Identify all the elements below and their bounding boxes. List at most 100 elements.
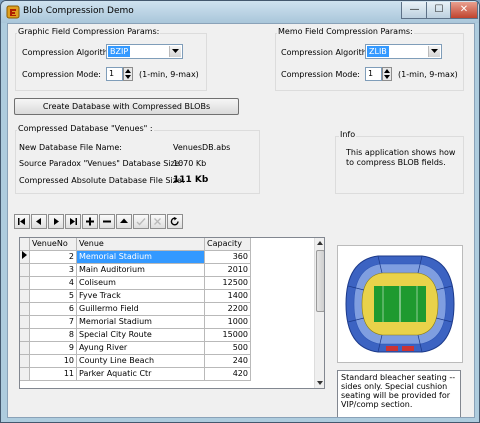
nav-first-button[interactable] xyxy=(14,214,30,229)
cell-venueno[interactable]: 10 xyxy=(29,354,77,368)
table-row[interactable]: 2 Memorial Stadium 360 xyxy=(20,250,251,264)
spin-down-icon[interactable] xyxy=(124,74,132,80)
row-indicator xyxy=(20,302,30,316)
venues-grid[interactable]: VenueNo Venue Capacity 2 Memorial Stadiu… xyxy=(19,237,325,389)
grid-vertical-scrollbar[interactable] xyxy=(314,238,325,388)
title-bar[interactable]: Blob Compression Demo — ☐ ✕ xyxy=(1,1,479,23)
graphic-algorithm-label: Compression Algorithm: xyxy=(22,48,119,57)
graphic-mode-input[interactable]: 1 xyxy=(106,67,123,81)
cell-capacity[interactable]: 1400 xyxy=(204,289,251,303)
cell-capacity[interactable]: 1000 xyxy=(204,315,251,329)
nav-edit-button[interactable] xyxy=(116,214,132,229)
header-capacity[interactable]: Capacity xyxy=(204,238,251,251)
maximize-button[interactable]: ☐ xyxy=(426,2,452,19)
table-row[interactable]: 8 Special City Route 15000 xyxy=(20,328,251,342)
cell-capacity[interactable]: 420 xyxy=(204,367,251,381)
cell-capacity[interactable]: 2010 xyxy=(204,263,251,277)
nav-next-button[interactable] xyxy=(48,214,64,229)
graphic-algorithm-select[interactable]: BZIP xyxy=(106,44,183,59)
db-file-value: VenuesDB.abs xyxy=(173,143,231,152)
cell-capacity[interactable]: 240 xyxy=(204,354,251,368)
client-area: Graphic Field Compression Params: Compre… xyxy=(7,23,475,418)
cell-venue[interactable]: Coliseum xyxy=(76,276,205,290)
cell-venueno[interactable]: 4 xyxy=(29,276,77,290)
row-pointer-icon xyxy=(22,251,27,259)
cell-venueno[interactable]: 6 xyxy=(29,302,77,316)
nav-post-button xyxy=(133,214,149,229)
close-button[interactable]: ✕ xyxy=(450,2,478,19)
chevron-down-icon[interactable] xyxy=(169,46,181,57)
cell-venueno[interactable]: 11 xyxy=(29,367,77,381)
table-row[interactable]: 6 Guillermo Field 2200 xyxy=(20,302,251,316)
row-indicator xyxy=(20,367,30,381)
minimize-button[interactable]: — xyxy=(401,2,428,19)
row-indicator xyxy=(20,341,30,355)
nav-prior-button[interactable] xyxy=(31,214,47,229)
cell-capacity[interactable]: 15000 xyxy=(204,328,251,342)
memo-mode-hint: (1-min, 9-max) xyxy=(398,70,458,79)
memo-mode-spinner[interactable] xyxy=(382,67,392,81)
memo-algorithm-value: ZLIB xyxy=(367,46,389,57)
nav-refresh-button[interactable] xyxy=(167,214,183,229)
db-src-size-value: 1070 Kb xyxy=(173,159,207,168)
row-indicator xyxy=(20,276,30,290)
graphic-mode-spinner[interactable] xyxy=(123,67,133,81)
cell-venue[interactable]: Ayung River xyxy=(76,341,205,355)
table-row[interactable]: 11 Parker Aquatic Ctr 420 xyxy=(20,367,251,381)
table-row[interactable]: 10 County Line Beach 240 xyxy=(20,354,251,368)
db-src-size-label: Source Paradox "Venues" Database Size: xyxy=(19,159,183,168)
table-row[interactable]: 5 Fyve Track 1400 xyxy=(20,289,251,303)
memo-mode-label: Compression Mode: xyxy=(281,70,360,79)
cell-venueno[interactable]: 7 xyxy=(29,315,77,329)
memo-mode-input[interactable]: 1 xyxy=(365,67,382,81)
memo-algorithm-select[interactable]: ZLIB xyxy=(365,44,442,59)
db-navigator xyxy=(14,214,186,229)
cell-venue[interactable]: Fyve Track xyxy=(76,289,205,303)
cell-venue[interactable]: Parker Aquatic Ctr xyxy=(76,367,205,381)
graphic-algorithm-value: BZIP xyxy=(108,46,131,57)
cell-capacity[interactable]: 2200 xyxy=(204,302,251,316)
header-venue[interactable]: Venue xyxy=(76,238,205,251)
cell-venueno[interactable]: 5 xyxy=(29,289,77,303)
cell-venue[interactable]: Guillermo Field xyxy=(76,302,205,316)
cell-capacity[interactable]: 500 xyxy=(204,341,251,355)
scroll-down-icon[interactable] xyxy=(315,378,325,388)
db-abs-size-label: Compressed Absolute Database File Size: xyxy=(19,176,185,185)
cell-venue[interactable]: Main Auditorium xyxy=(76,263,205,277)
nav-insert-button[interactable] xyxy=(82,214,98,229)
venue-remarks-memo[interactable]: Standard bleacher seating -- sides only.… xyxy=(337,370,461,417)
cell-venue[interactable]: County Line Beach xyxy=(76,354,205,368)
header-venueno[interactable]: VenueNo xyxy=(29,238,77,251)
chevron-down-icon[interactable] xyxy=(428,46,440,57)
table-row[interactable]: 3 Main Auditorium 2010 xyxy=(20,263,251,277)
graphic-params-group xyxy=(15,33,207,91)
graphic-mode-label: Compression Mode: xyxy=(22,70,101,79)
scroll-thumb[interactable] xyxy=(316,250,324,312)
cell-venueno[interactable]: 2 xyxy=(29,250,77,264)
table-row[interactable]: 4 Coliseum 12500 xyxy=(20,276,251,290)
app-icon xyxy=(6,5,20,19)
db-abs-size-value: 111 Kb xyxy=(173,175,209,185)
cell-venue[interactable]: Memorial Stadium xyxy=(76,250,205,264)
table-header-row: VenueNo Venue Capacity xyxy=(20,238,251,251)
header-indicator xyxy=(20,238,30,251)
cell-venueno[interactable]: 8 xyxy=(29,328,77,342)
nav-cancel-button xyxy=(150,214,166,229)
scroll-up-icon[interactable] xyxy=(315,238,325,248)
cell-venue[interactable]: Special City Route xyxy=(76,328,205,342)
spin-down-icon[interactable] xyxy=(383,74,391,80)
nav-last-button[interactable] xyxy=(65,214,81,229)
cell-venueno[interactable]: 9 xyxy=(29,341,77,355)
cell-capacity[interactable]: 12500 xyxy=(204,276,251,290)
cell-capacity[interactable]: 360 xyxy=(204,250,251,264)
create-database-button[interactable]: Create Database with Compressed BLOBs xyxy=(14,98,239,115)
row-indicator xyxy=(20,250,30,264)
table-row[interactable]: 7 Memorial Stadium 1000 xyxy=(20,315,251,329)
nav-delete-button[interactable] xyxy=(99,214,115,229)
cell-venueno[interactable]: 3 xyxy=(29,263,77,277)
app-window: Blob Compression Demo — ☐ ✕ Graphic Fiel… xyxy=(0,0,480,423)
db-file-label: New Database File Name: xyxy=(19,143,122,152)
table-row[interactable]: 9 Ayung River 500 xyxy=(20,341,251,355)
row-indicator xyxy=(20,328,30,342)
cell-venue[interactable]: Memorial Stadium xyxy=(76,315,205,329)
